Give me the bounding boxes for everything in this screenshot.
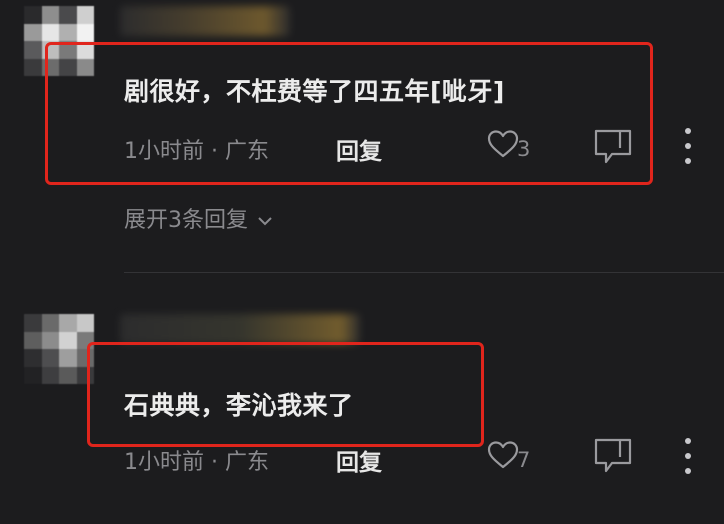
heart-outline-icon: [487, 130, 519, 158]
username-blurred[interactable]: [120, 6, 290, 36]
expand-replies-label: 展开3条回复: [124, 208, 248, 233]
like-button[interactable]: 3: [487, 127, 547, 167]
vertical-ellipsis-icon: [685, 128, 691, 134]
expand-replies-link[interactable]: 展开3条回复: [124, 202, 273, 234]
like-count: 7: [517, 448, 531, 472]
comment-text: 剧很好，不枉费等了四五年[呲牙]: [124, 77, 505, 106]
comment-meta: 1小时前 · 广东: [124, 444, 269, 476]
comment-text: 石典典，李沁我来了: [124, 391, 354, 420]
reply-button[interactable]: 回复: [336, 132, 382, 166]
comment-meta: 1小时前 · 广东: [124, 133, 269, 165]
reply-button[interactable]: 回复: [336, 443, 382, 477]
ellipsis-dot: [685, 453, 691, 459]
chevron-down-icon: [258, 217, 272, 226]
comment-divider: [124, 272, 724, 273]
meta-separator: ·: [204, 450, 225, 475]
like-button[interactable]: 7: [487, 438, 547, 478]
ellipsis-dot: [685, 158, 691, 164]
ellipsis-dot: [685, 468, 691, 474]
vertical-ellipsis-icon: [685, 438, 691, 444]
more-options-button[interactable]: [682, 438, 694, 474]
comment-time: 1小时前: [124, 139, 204, 164]
meta-separator: ·: [204, 139, 225, 164]
comment-time: 1小时前: [124, 450, 204, 475]
username-blurred[interactable]: [120, 314, 360, 344]
avatar[interactable]: [24, 314, 94, 384]
dislike-button[interactable]: [592, 437, 634, 479]
thumb-down-bubble-icon: [594, 129, 632, 164]
heart-outline-icon: [487, 441, 519, 469]
thumb-down-bubble-icon: [594, 438, 632, 473]
ellipsis-dot: [685, 143, 691, 149]
like-count: 3: [517, 137, 531, 161]
comment-location: 广东: [224, 450, 269, 475]
dislike-button[interactable]: [592, 128, 634, 170]
comment-location: 广东: [224, 139, 269, 164]
more-options-button[interactable]: [682, 128, 694, 164]
